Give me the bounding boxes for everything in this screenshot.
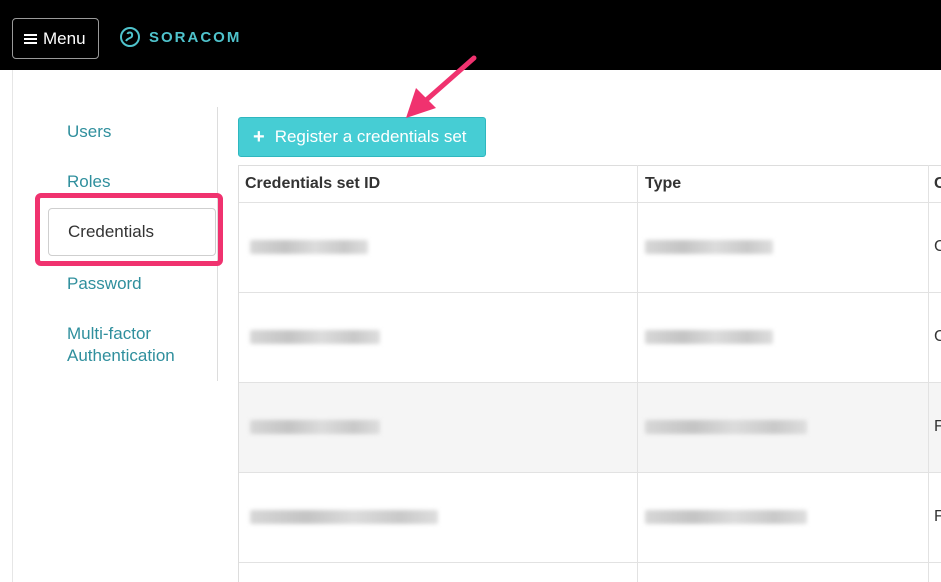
sidebar-item-roles[interactable]: Roles [67, 171, 110, 193]
column-header-type[interactable]: Type [645, 165, 681, 202]
table-row [239, 562, 941, 582]
table-cell: C [934, 328, 941, 345]
redacted-id [250, 510, 438, 524]
menu-button[interactable]: Menu [12, 18, 99, 59]
sidebar-item-label: Credentials [68, 222, 154, 241]
redacted-id [250, 420, 380, 434]
table-cell: F [934, 508, 941, 525]
column-header-id[interactable]: Credentials set ID [245, 165, 380, 202]
sidebar-item-password[interactable]: Password [67, 273, 142, 295]
plus-icon: + [253, 126, 265, 148]
sidebar-item-credentials[interactable]: Credentials [48, 208, 216, 256]
hamburger-icon [24, 32, 37, 46]
sidebar-item-users[interactable]: Users [67, 121, 111, 143]
redacted-type [645, 330, 773, 344]
logo-text: SORACOM [149, 28, 242, 46]
table-cell: F [934, 418, 941, 435]
table-cell: C [934, 238, 941, 255]
menu-button-label: Menu [43, 28, 86, 48]
redacted-type [645, 240, 773, 254]
register-button-label: Register a credentials set [274, 127, 467, 146]
redacted-type [645, 510, 807, 524]
redacted-id [250, 330, 380, 344]
redacted-id [250, 240, 368, 254]
pointer-arrow-icon [406, 55, 477, 118]
column-separator [637, 165, 638, 582]
soracom-logo-icon [120, 27, 140, 47]
logo[interactable]: SORACOM [119, 26, 241, 48]
redacted-type [645, 420, 807, 434]
column-header-third[interactable]: C [934, 165, 941, 202]
column-separator [928, 165, 929, 582]
sidebar-item-mfa[interactable]: Multi-factor Authentication [67, 323, 197, 367]
